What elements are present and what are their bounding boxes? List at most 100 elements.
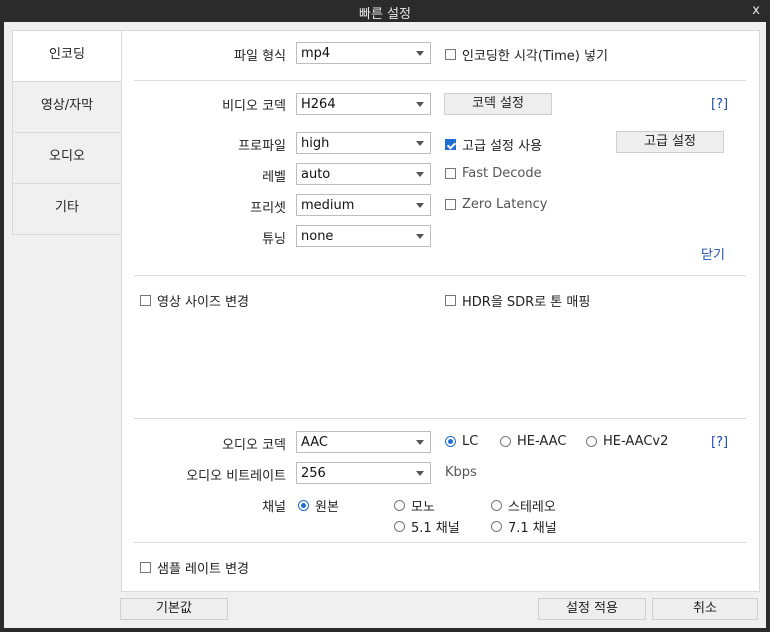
channel-51-label: 5.1 채널 bbox=[411, 521, 460, 536]
checkbox-icon bbox=[445, 199, 456, 210]
radio-icon bbox=[394, 500, 405, 511]
divider bbox=[134, 275, 746, 276]
chevron-down-icon bbox=[416, 172, 424, 177]
apply-button[interactable]: 설정 적용 bbox=[538, 598, 646, 620]
resize-video-checkbox[interactable]: 영상 사이즈 변경 bbox=[140, 291, 249, 310]
channel-stereo-radio[interactable]: 스테레오 bbox=[491, 496, 556, 515]
default-button[interactable]: 기본값 bbox=[120, 598, 228, 620]
quick-settings-window: 빠른 설정 x 인코딩 영상/자막 오디오 기타 파일 형식 mp4 인코딩한 … bbox=[0, 0, 770, 632]
advanced-settings-button[interactable]: 고급 설정 bbox=[616, 131, 724, 153]
he-aacv2-radio[interactable]: HE-AACv2 bbox=[586, 434, 668, 449]
fast-decode-checkbox[interactable]: Fast Decode bbox=[445, 166, 542, 181]
channel-stereo-label: 스테레오 bbox=[508, 500, 556, 515]
use-advanced-checkbox[interactable]: 고급 설정 사용 bbox=[445, 135, 542, 154]
profile-value: high bbox=[301, 136, 330, 151]
level-select[interactable]: auto bbox=[296, 163, 431, 185]
he-aac-radio[interactable]: HE-AAC bbox=[500, 434, 566, 449]
window-title: 빠른 설정 bbox=[359, 7, 411, 22]
hdr-tonemap-label: HDR을 SDR로 톤 매핑 bbox=[462, 295, 591, 310]
radio-icon bbox=[394, 521, 405, 532]
radio-checked-icon bbox=[445, 436, 456, 447]
audio-bitrate-label: 오디오 비트레이트 bbox=[186, 469, 286, 484]
radio-checked-icon bbox=[298, 500, 309, 511]
sidebar-item-encoding[interactable]: 인코딩 bbox=[13, 31, 121, 82]
audio-codec-select[interactable]: AAC bbox=[296, 431, 431, 453]
settings-panel: 파일 형식 mp4 인코딩한 시각(Time) 넣기 비디오 코덱 H264 코… bbox=[121, 30, 760, 592]
collapse-link[interactable]: 닫기 bbox=[701, 244, 725, 263]
tuning-value: none bbox=[301, 229, 334, 244]
checkbox-icon bbox=[445, 49, 456, 60]
zero-latency-label: Zero Latency bbox=[462, 197, 548, 212]
chevron-down-icon bbox=[416, 51, 424, 56]
video-help-link[interactable]: [?] bbox=[711, 97, 728, 112]
checkbox-icon bbox=[445, 168, 456, 179]
sidebar-item-audio[interactable]: 오디오 bbox=[13, 133, 121, 184]
insert-time-label: 인코딩한 시각(Time) 넣기 bbox=[462, 49, 608, 64]
he-aac-label: HE-AAC bbox=[517, 434, 567, 449]
level-value: auto bbox=[301, 167, 331, 182]
preset-select[interactable]: medium bbox=[296, 194, 431, 216]
checkbox-checked-icon bbox=[445, 139, 456, 150]
chevron-down-icon bbox=[416, 440, 424, 445]
sidebar-item-label: 영상/자막 bbox=[40, 98, 94, 113]
sidebar-item-label: 기타 bbox=[55, 200, 79, 215]
audio-codec-label: 오디오 코덱 bbox=[222, 438, 286, 453]
audio-bitrate-select[interactable]: 256 bbox=[296, 462, 431, 484]
sidebar-item-label: 인코딩 bbox=[49, 47, 85, 62]
sidebar-item-video-subtitle[interactable]: 영상/자막 bbox=[13, 82, 121, 133]
fast-decode-label: Fast Decode bbox=[462, 166, 542, 181]
checkbox-icon bbox=[140, 295, 151, 306]
profile-label: 프로파일 bbox=[238, 139, 286, 154]
chevron-down-icon bbox=[416, 203, 424, 208]
preset-label: 프리셋 bbox=[250, 201, 286, 216]
resize-video-label: 영상 사이즈 변경 bbox=[157, 295, 249, 310]
audio-codec-value: AAC bbox=[301, 435, 328, 450]
use-advanced-label: 고급 설정 사용 bbox=[462, 139, 543, 154]
bitrate-unit: Kbps bbox=[445, 465, 477, 480]
channel-mono-radio[interactable]: 모노 bbox=[394, 496, 435, 515]
codec-settings-button[interactable]: 코덱 설정 bbox=[444, 93, 552, 115]
channel-51-radio[interactable]: 5.1 채널 bbox=[394, 517, 460, 536]
channel-label: 채널 bbox=[262, 500, 286, 515]
chevron-down-icon bbox=[416, 141, 424, 146]
radio-icon bbox=[500, 436, 511, 447]
chevron-down-icon bbox=[416, 471, 424, 476]
samplerate-checkbox[interactable]: 샘플 레이트 변경 bbox=[140, 558, 249, 577]
channel-original-label: 원본 bbox=[315, 500, 339, 515]
file-format-select[interactable]: mp4 bbox=[296, 42, 431, 64]
hdr-tonemap-checkbox[interactable]: HDR을 SDR로 톤 매핑 bbox=[445, 291, 590, 310]
insert-time-checkbox[interactable]: 인코딩한 시각(Time) 넣기 bbox=[445, 45, 608, 64]
close-icon[interactable]: x bbox=[752, 3, 760, 18]
channel-71-radio[interactable]: 7.1 채널 bbox=[491, 517, 557, 536]
zero-latency-checkbox[interactable]: Zero Latency bbox=[445, 197, 547, 212]
channel-71-label: 7.1 채널 bbox=[508, 521, 557, 536]
level-label: 레벨 bbox=[262, 170, 286, 185]
chevron-down-icon bbox=[416, 102, 424, 107]
file-format-value: mp4 bbox=[301, 46, 331, 61]
title-bar: 빠른 설정 x bbox=[0, 0, 770, 22]
checkbox-icon bbox=[445, 295, 456, 306]
audio-help-link[interactable]: [?] bbox=[711, 435, 728, 450]
divider bbox=[134, 542, 746, 543]
tuning-select[interactable]: none bbox=[296, 225, 431, 247]
aac-lc-radio[interactable]: LC bbox=[445, 434, 478, 449]
audio-bitrate-value: 256 bbox=[301, 466, 326, 481]
sidebar: 인코딩 영상/자막 오디오 기타 bbox=[12, 30, 122, 235]
channel-original-radio[interactable]: 원본 bbox=[298, 496, 339, 515]
video-codec-select[interactable]: H264 bbox=[296, 93, 431, 115]
file-format-label: 파일 형식 bbox=[234, 49, 286, 64]
preset-value: medium bbox=[301, 198, 355, 213]
profile-select[interactable]: high bbox=[296, 132, 431, 154]
cancel-button[interactable]: 취소 bbox=[652, 598, 758, 620]
checkbox-icon bbox=[140, 562, 151, 573]
channel-mono-label: 모노 bbox=[411, 500, 435, 515]
he-aacv2-label: HE-AACv2 bbox=[603, 434, 669, 449]
radio-icon bbox=[491, 500, 502, 511]
aac-lc-label: LC bbox=[462, 434, 479, 449]
tuning-label: 튜닝 bbox=[262, 232, 286, 247]
sidebar-item-other[interactable]: 기타 bbox=[13, 184, 121, 234]
sidebar-item-label: 오디오 bbox=[49, 149, 85, 164]
video-codec-value: H264 bbox=[301, 97, 336, 112]
dialog-body: 인코딩 영상/자막 오디오 기타 파일 형식 mp4 인코딩한 시각(Time)… bbox=[4, 22, 766, 628]
radio-icon bbox=[586, 436, 597, 447]
